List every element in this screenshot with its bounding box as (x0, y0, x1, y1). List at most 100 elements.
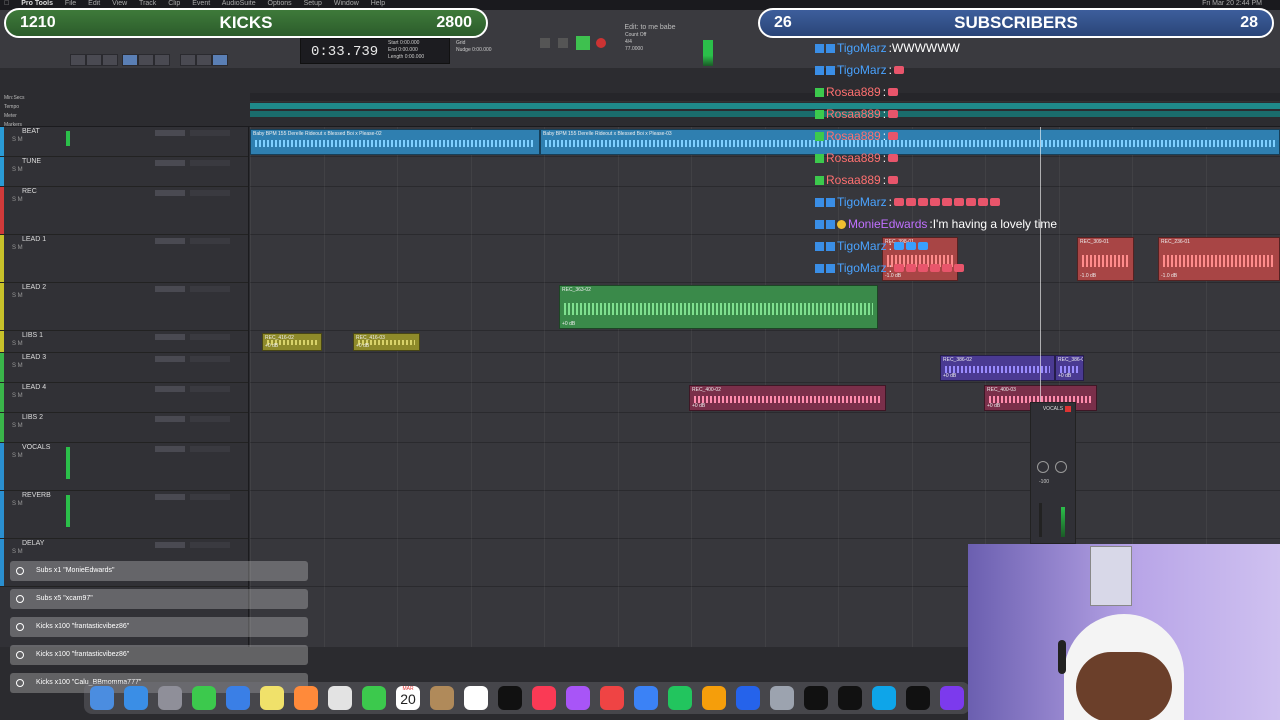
app-menu[interactable]: Pro Tools (21, 0, 53, 7)
menu-options[interactable]: Options (268, 0, 292, 7)
notes-icon[interactable] (260, 686, 284, 710)
messages-icon[interactable] (192, 686, 216, 710)
solo-mute-buttons[interactable]: S M (12, 501, 23, 507)
record-button[interactable] (596, 38, 606, 48)
menu-window[interactable]: Window (334, 0, 359, 7)
track-header[interactable]: LIBS 1 S M (0, 331, 248, 353)
audio-clip[interactable]: REC_236-01 -1.0 dB (1158, 237, 1280, 281)
calendar-icon[interactable]: MAR 20 (396, 686, 420, 710)
mail-icon[interactable] (226, 686, 250, 710)
insert-slot[interactable] (155, 286, 185, 292)
news-icon[interactable] (600, 686, 624, 710)
menu-help[interactable]: Help (371, 0, 385, 7)
play-button[interactable] (576, 36, 590, 50)
audio-clip[interactable]: REC_363-02 +0 dB (559, 285, 878, 329)
insert-slot[interactable] (155, 190, 185, 196)
rewind-button[interactable] (540, 38, 550, 48)
audio-clip[interactable]: REC_416-03 +0 dB (353, 333, 420, 351)
track-name[interactable]: LEAD 3 (22, 354, 46, 361)
appletv-icon[interactable] (498, 686, 522, 710)
close-icon[interactable] (1065, 406, 1071, 412)
output-slot[interactable] (190, 190, 230, 196)
track-header[interactable]: LIBS 2 S M (0, 413, 248, 443)
pan-knob-right[interactable] (1055, 461, 1067, 473)
menu-setup[interactable]: Setup (304, 0, 322, 7)
solo-mute-buttons[interactable]: S M (12, 293, 23, 299)
track-name[interactable]: LIBS 1 (22, 332, 43, 339)
solo-mute-buttons[interactable]: S M (12, 137, 23, 143)
menu-view[interactable]: View (112, 0, 127, 7)
waves-icon[interactable] (872, 686, 896, 710)
contacts-icon[interactable] (430, 686, 454, 710)
apple-icon[interactable]:  (4, 0, 9, 7)
output-slot[interactable] (190, 542, 230, 548)
insert-slot[interactable] (155, 238, 185, 244)
menu-event[interactable]: Event (192, 0, 210, 7)
safari-icon[interactable] (124, 686, 148, 710)
solo-mute-buttons[interactable]: S M (12, 245, 23, 251)
menu-edit[interactable]: Edit (88, 0, 100, 7)
output-slot[interactable] (190, 238, 230, 244)
track-header[interactable]: LEAD 4 S M (0, 383, 248, 413)
photos-alt-icon[interactable] (328, 686, 352, 710)
track-header[interactable]: LEAD 3 S M (0, 353, 248, 383)
meter-ruler[interactable] (250, 111, 1280, 117)
insert-slot[interactable] (155, 130, 185, 136)
protools-icon[interactable] (804, 686, 828, 710)
audio-clip[interactable]: REC_386-02 +0 dB (940, 355, 1055, 381)
menu-audiosuite[interactable]: AudioSuite (222, 0, 256, 7)
facetime-icon[interactable] (362, 686, 386, 710)
output-slot[interactable] (190, 334, 230, 340)
track-name[interactable]: TUNE (22, 158, 41, 165)
solo-mute-buttons[interactable]: S M (12, 197, 23, 203)
tempo-meter[interactable]: Count Off 4/4 77.0000 (625, 32, 646, 53)
keynote-icon[interactable] (634, 686, 658, 710)
transport-buttons[interactable] (540, 36, 620, 50)
solo-mute-buttons[interactable]: S M (12, 363, 23, 369)
output-slot[interactable] (190, 160, 230, 166)
audio-clip[interactable]: REC_309-01 -1.0 dB (1077, 237, 1134, 281)
track-name[interactable]: BEAT (22, 128, 40, 135)
menu-track[interactable]: Track (139, 0, 156, 7)
track-name[interactable]: LEAD 1 (22, 236, 46, 243)
settings-icon[interactable] (770, 686, 794, 710)
track-header[interactable]: LEAD 2 S M (0, 283, 248, 331)
audio-clip[interactable]: REC_400-02 +0 dB (689, 385, 886, 411)
solo-mute-buttons[interactable]: S M (12, 453, 23, 459)
launchpad-icon[interactable] (158, 686, 182, 710)
solo-mute-buttons[interactable]: S M (12, 393, 23, 399)
track-header[interactable]: LEAD 1 S M (0, 235, 248, 283)
output-slot[interactable] (190, 130, 230, 136)
track-name[interactable]: DELAY (22, 540, 44, 547)
track-header[interactable]: REC S M (0, 187, 248, 235)
output-slot[interactable] (190, 386, 230, 392)
stop-button[interactable] (558, 38, 568, 48)
finder-icon[interactable] (90, 686, 114, 710)
reminders-icon[interactable] (464, 686, 488, 710)
audio-clip[interactable]: Baby BPM 155 Derelle Rideout x Blessed B… (540, 129, 1280, 155)
insert-slot[interactable] (155, 446, 185, 452)
selection-fields[interactable]: Start 0:00.000 End 0:00.000 Length 0:00.… (388, 40, 424, 61)
pan-knob-left[interactable] (1037, 461, 1049, 473)
insert-slot[interactable] (155, 416, 185, 422)
oculus-icon[interactable] (906, 686, 930, 710)
track-header[interactable]: VOCALS S M (0, 443, 248, 491)
output-slot[interactable] (190, 494, 230, 500)
tempo-ruler[interactable] (250, 103, 1280, 109)
music-icon[interactable] (532, 686, 556, 710)
track-header[interactable]: TUNE S M (0, 157, 248, 187)
audio-clip[interactable]: REC_386-0 +0 dB (1055, 355, 1084, 381)
solo-mute-buttons[interactable]: S M (12, 423, 23, 429)
menu-file[interactable]: File (65, 0, 76, 7)
min-secs-ruler[interactable] (250, 93, 1280, 102)
insert-slot[interactable] (155, 160, 185, 166)
track-name[interactable]: VOCALS (22, 444, 50, 451)
insert-slot[interactable] (155, 386, 185, 392)
output-slot[interactable] (190, 446, 230, 452)
track-name[interactable]: LEAD 4 (22, 384, 46, 391)
track-name[interactable]: LEAD 2 (22, 284, 46, 291)
audio-clip[interactable]: Baby BPM 155 Derelle Rideout x Blessed B… (250, 129, 540, 155)
appstore-icon[interactable] (736, 686, 760, 710)
main-counter[interactable]: 0:33.739 (300, 38, 450, 64)
audio-clip[interactable]: REC_416-02 +0 dB (262, 333, 322, 351)
